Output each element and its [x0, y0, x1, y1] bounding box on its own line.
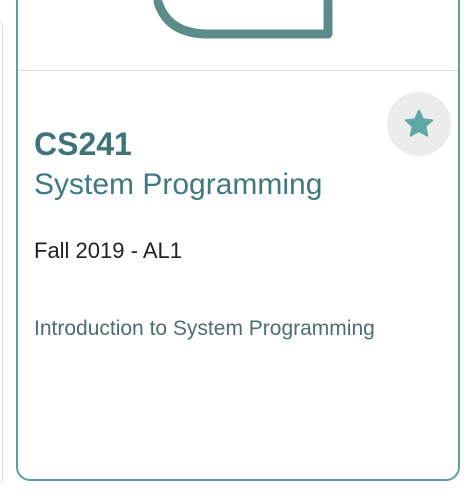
- course-term: Fall 2019 - AL1: [34, 238, 182, 263]
- previous-course-card-edge[interactable]: [0, 18, 3, 488]
- course-carousel: CS241 System Programming Fall 2019 - AL1…: [0, 0, 476, 496]
- course-card-image: [18, 0, 458, 71]
- course-name: System Programming: [34, 168, 323, 201]
- course-card[interactable]: CS241 System Programming Fall 2019 - AL1…: [16, 0, 460, 481]
- course-code: CS241: [34, 126, 132, 162]
- course-image-graphic: [153, 0, 333, 39]
- favorite-button[interactable]: [387, 92, 451, 156]
- star-icon: [404, 109, 434, 137]
- course-description: Introduction to System Programming: [34, 317, 375, 340]
